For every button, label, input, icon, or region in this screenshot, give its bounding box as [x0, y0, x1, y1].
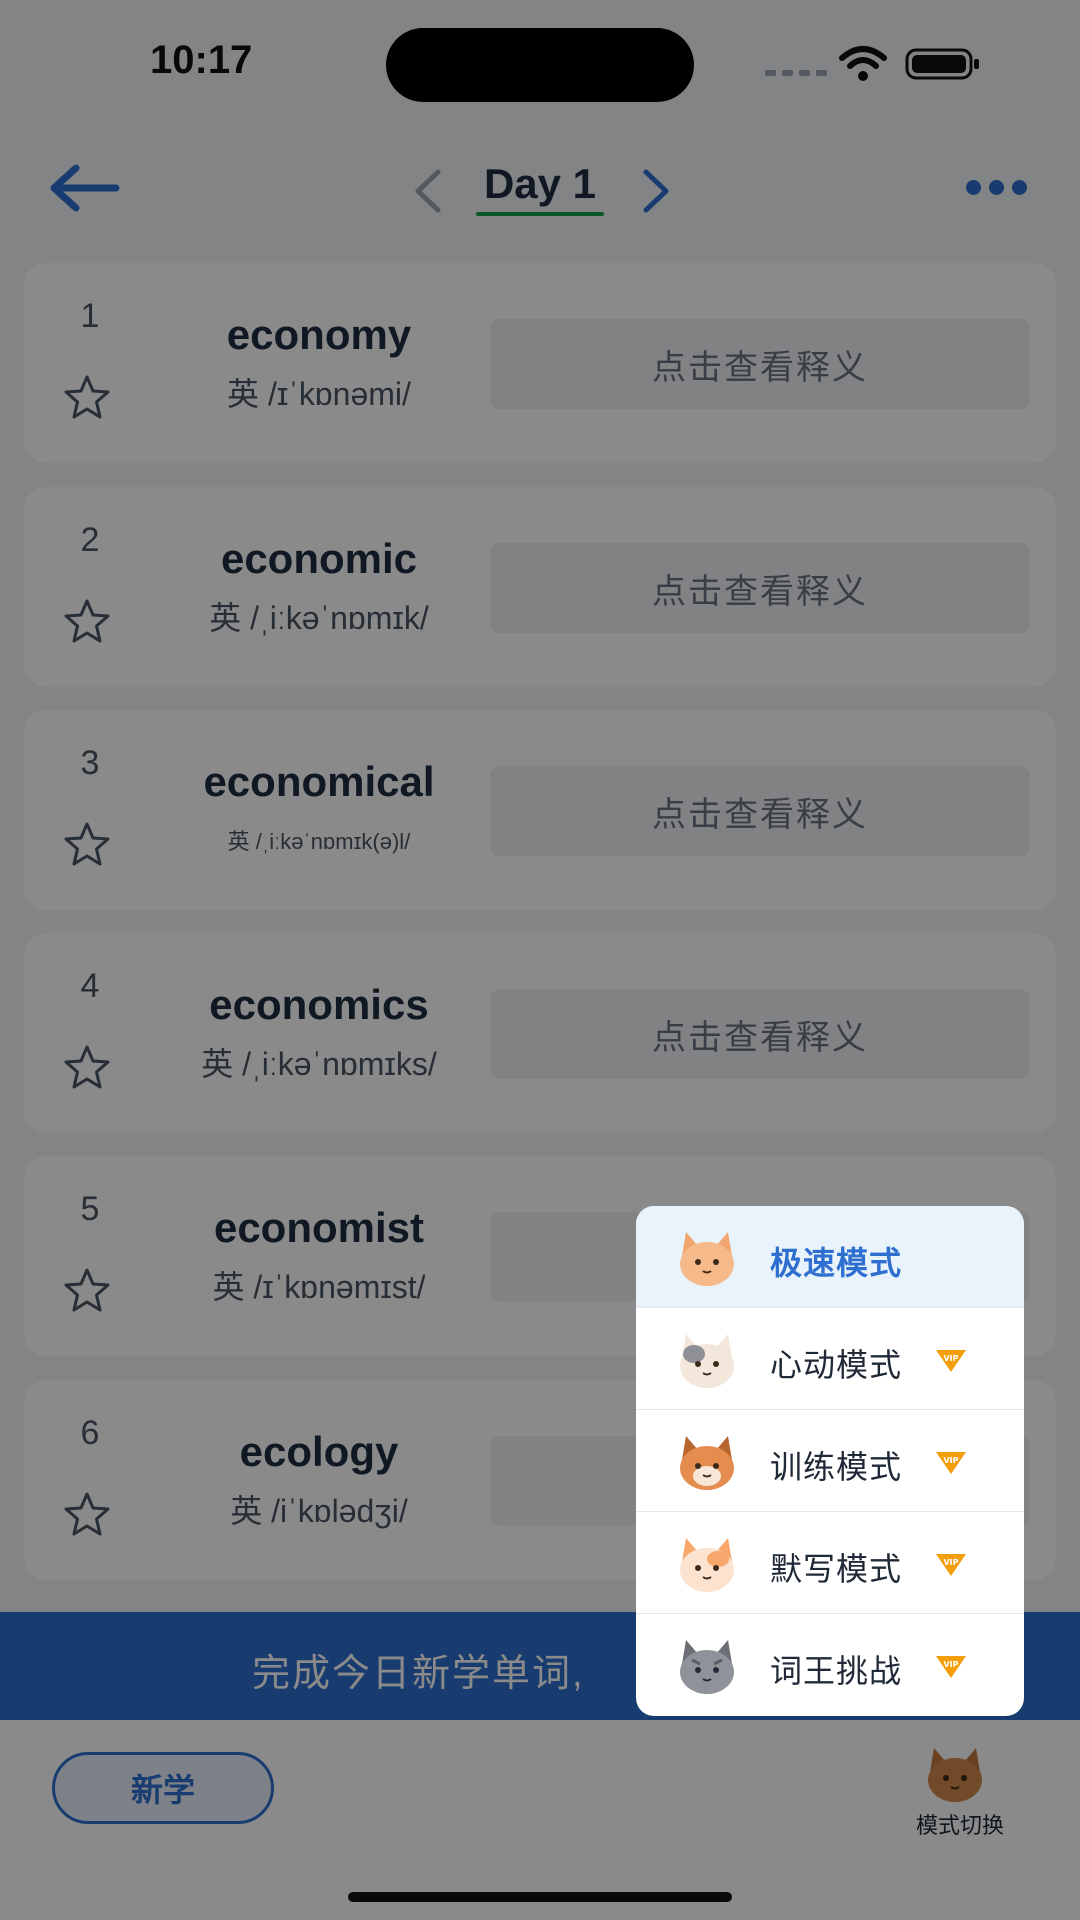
ginger-white-cat-icon — [680, 1538, 734, 1592]
mode-label: 词王挑战 — [770, 1653, 903, 1689]
tortoiseshell-cat-icon — [680, 1436, 734, 1490]
mode-label: 训练模式 — [770, 1449, 903, 1485]
mode-label: 默写模式 — [770, 1551, 903, 1587]
vip-badge-icon: VIP — [936, 1350, 966, 1372]
gray-cat-icon — [680, 1640, 734, 1694]
mode-label: 极速模式 — [770, 1245, 903, 1281]
vip-badge-icon: VIP — [936, 1554, 966, 1576]
svg-text:VIP: VIP — [943, 1456, 958, 1465]
svg-text:VIP: VIP — [943, 1354, 958, 1363]
vip-badge-icon: VIP — [936, 1452, 966, 1474]
svg-text:VIP: VIP — [943, 1660, 958, 1669]
mode-item-dictation[interactable]: 默写模式 VIP — [636, 1512, 1024, 1614]
mode-menu: 极速模式 心动模式 VIP 训练模式 VIP 默写模式 VIP 词王挑战 VIP — [636, 1206, 1024, 1716]
mode-item-training[interactable]: 训练模式 VIP — [636, 1410, 1024, 1512]
mode-label: 心动模式 — [770, 1347, 903, 1383]
mode-item-word-king[interactable]: 词王挑战 VIP — [636, 1614, 1024, 1716]
svg-text:VIP: VIP — [943, 1558, 958, 1567]
mode-item-speed[interactable]: 极速模式 — [636, 1206, 1024, 1308]
orange-cat-icon — [680, 1232, 734, 1286]
calico-cat-icon — [680, 1334, 734, 1388]
vip-badge-icon: VIP — [936, 1656, 966, 1678]
mode-item-heart[interactable]: 心动模式 VIP — [636, 1308, 1024, 1410]
